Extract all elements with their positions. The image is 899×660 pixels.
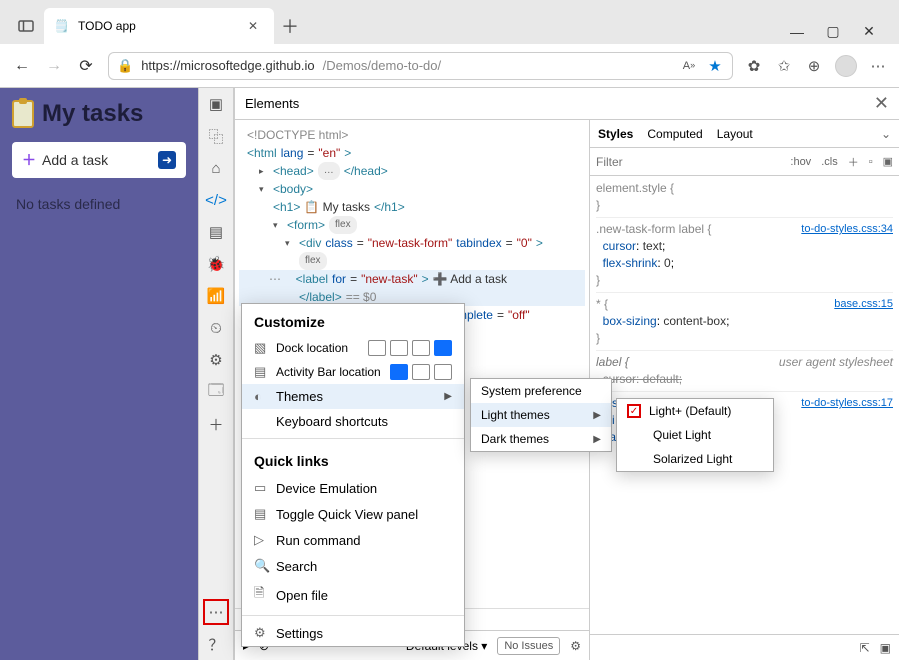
add-panel-icon[interactable]: ＋ bbox=[206, 414, 226, 434]
dock-bottom[interactable] bbox=[412, 340, 430, 356]
search-icon: 🔍 bbox=[254, 558, 268, 574]
system-pref-item[interactable]: System preference bbox=[471, 379, 611, 403]
tab-computed[interactable]: Computed bbox=[647, 127, 702, 141]
dock-buttons bbox=[368, 340, 452, 356]
inspect-icon[interactable]: ▣ bbox=[206, 94, 226, 114]
browser-tab[interactable]: 🗒️ TODO app ✕ bbox=[44, 8, 274, 44]
new-rule-icon[interactable]: ＋ bbox=[848, 154, 859, 170]
favorites-bar-icon[interactable]: ✩ bbox=[775, 57, 793, 75]
device-emu-icon: ▭ bbox=[254, 480, 268, 496]
todo-favicon-icon: 🗒️ bbox=[54, 18, 70, 34]
favorite-icon[interactable]: ★ bbox=[706, 57, 724, 75]
page-title: My tasks bbox=[12, 100, 186, 128]
file-icon: 🗎 bbox=[254, 584, 268, 606]
light-default-item[interactable]: ✓ Light+ (Default) bbox=[617, 399, 773, 423]
empty-state-text: No tasks defined bbox=[12, 192, 186, 216]
lock-icon: 🔒 bbox=[117, 58, 133, 74]
light-themes-item[interactable]: Light themes▶ bbox=[471, 403, 611, 427]
open-file-item[interactable]: 🗎Open file bbox=[242, 579, 464, 611]
welcome-icon[interactable]: ⌂ bbox=[206, 158, 226, 178]
url-domain: https://microsoftedge.github.io bbox=[141, 58, 314, 73]
expand-icon[interactable]: ⌄ bbox=[881, 127, 891, 141]
url-path: /Demos/demo-to-do/ bbox=[323, 58, 442, 73]
gear-icon: ⚙ bbox=[254, 625, 268, 641]
solarized-light-item[interactable]: Solarized Light bbox=[617, 447, 773, 471]
toggle-panel-icon[interactable]: ▣ bbox=[883, 155, 893, 168]
abar-right[interactable] bbox=[434, 364, 452, 380]
menu-icon[interactable]: ⋯ bbox=[869, 57, 887, 75]
minimize-icon[interactable]: — bbox=[789, 24, 805, 40]
close-tab-icon[interactable]: ✕ bbox=[248, 19, 264, 33]
filter-input[interactable] bbox=[596, 155, 780, 169]
quick-links-heading: Quick links bbox=[242, 443, 464, 475]
no-issues-button[interactable]: No Issues bbox=[497, 637, 560, 655]
back-button[interactable]: ← bbox=[12, 57, 32, 75]
abar-left[interactable] bbox=[390, 364, 408, 380]
device-icon[interactable]: ⿻ bbox=[206, 126, 226, 146]
themes-item[interactable]: ◐ Themes▶ bbox=[242, 384, 464, 409]
customize-heading: Customize bbox=[242, 304, 464, 336]
quick-view-icon: ▤ bbox=[254, 506, 268, 522]
console-tab-icon[interactable]: ▤ bbox=[206, 222, 226, 242]
styles-action-1-icon[interactable]: ⇱ bbox=[860, 641, 870, 655]
search-item[interactable]: 🔍Search bbox=[242, 553, 464, 579]
tab-title: TODO app bbox=[78, 19, 136, 33]
styles-tabs: Styles Computed Layout ⌄ bbox=[590, 120, 899, 148]
quiet-light-item[interactable]: Quiet Light bbox=[617, 423, 773, 447]
reader-icon[interactable]: A» bbox=[680, 60, 698, 72]
run-icon: ▷ bbox=[254, 532, 268, 548]
tab-layout[interactable]: Layout bbox=[717, 127, 753, 141]
dock-left[interactable] bbox=[390, 340, 408, 356]
computed-panel-icon[interactable]: ▫ bbox=[869, 156, 873, 168]
panel-name: Elements bbox=[245, 96, 299, 111]
light-themes-submenu: ✓ Light+ (Default) Quiet Light Solarized… bbox=[616, 398, 774, 472]
customize-menu: Customize ▧ Dock location ▤ Activity Bar… bbox=[241, 303, 465, 647]
abar-top[interactable] bbox=[412, 364, 430, 380]
styles-action-2-icon[interactable]: ▣ bbox=[880, 641, 891, 655]
tab-styles[interactable]: Styles bbox=[598, 127, 633, 141]
run-command-item[interactable]: ▷Run command bbox=[242, 527, 464, 553]
elements-icon[interactable]: </> bbox=[206, 190, 226, 210]
checked-icon: ✓ bbox=[627, 404, 641, 418]
sources-icon[interactable]: 🐞 bbox=[206, 254, 226, 274]
keyboard-item[interactable]: Keyboard shortcuts bbox=[242, 409, 464, 434]
performance-icon[interactable]: ⏲ bbox=[206, 318, 226, 338]
clipboard-icon bbox=[12, 100, 34, 128]
close-devtools-icon[interactable]: ✕ bbox=[874, 93, 889, 114]
tab-actions-icon[interactable] bbox=[8, 8, 44, 44]
console-settings-icon[interactable]: ⚙ bbox=[570, 639, 581, 653]
add-task-input[interactable]: ＋ Add a task ➜ bbox=[12, 142, 186, 178]
dock-right[interactable] bbox=[434, 340, 452, 356]
application-icon[interactable]: 🗔 bbox=[206, 382, 226, 402]
themes-submenu: System preference Light themes▶ Dark the… bbox=[470, 378, 612, 452]
forward-button: → bbox=[44, 57, 64, 75]
toggle-quick-view-item[interactable]: ▤Toggle Quick View panel bbox=[242, 501, 464, 527]
activity-bar-icon: ▤ bbox=[254, 364, 268, 380]
settings-item[interactable]: ⚙Settings bbox=[242, 620, 464, 646]
maximize-icon[interactable]: ▢ bbox=[825, 23, 841, 40]
close-window-icon[interactable]: ✕ bbox=[861, 23, 877, 40]
dock-icon: ▧ bbox=[254, 340, 268, 356]
more-tools-button[interactable]: ⋯ bbox=[206, 602, 226, 622]
network-icon[interactable]: 📶 bbox=[206, 286, 226, 306]
dock-undock[interactable] bbox=[368, 340, 386, 356]
window-controls: — ▢ ✕ bbox=[789, 23, 891, 44]
new-tab-button[interactable]: ＋ bbox=[274, 8, 306, 44]
device-emulation-item[interactable]: ▭Device Emulation bbox=[242, 475, 464, 501]
refresh-button[interactable]: ⟳ bbox=[76, 56, 96, 76]
collections-icon[interactable]: ⊕ bbox=[805, 57, 823, 75]
hov-toggle[interactable]: :hov bbox=[790, 156, 811, 168]
activity-bar: ▣ ⿻ ⌂ </> ▤ 🐞 📶 ⏲ ⚙ 🗔 ＋ ⋯ ？ bbox=[198, 88, 234, 660]
plus-icon: ＋ bbox=[22, 150, 36, 170]
memory-icon[interactable]: ⚙ bbox=[206, 350, 226, 370]
help-icon[interactable]: ？ bbox=[206, 634, 226, 654]
profile-icon[interactable] bbox=[835, 55, 857, 77]
cls-toggle[interactable]: .cls bbox=[821, 156, 838, 168]
extensions-icon[interactable]: ✿ bbox=[745, 57, 763, 75]
dark-themes-item[interactable]: Dark themes▶ bbox=[471, 427, 611, 451]
submit-task-button[interactable]: ➜ bbox=[158, 151, 176, 169]
address-bar[interactable]: 🔒 https://microsoftedge.github.io/Demos/… bbox=[108, 52, 733, 80]
themes-icon: ◐ bbox=[254, 389, 268, 404]
